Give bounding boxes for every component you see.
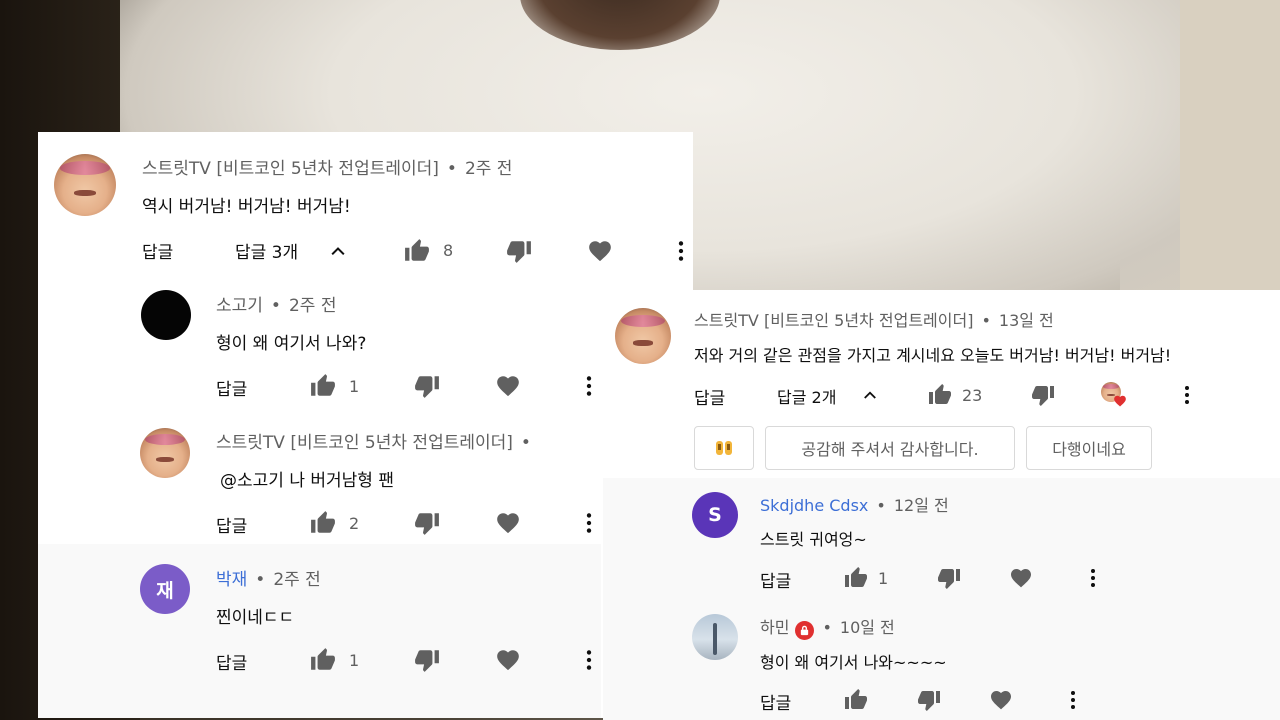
like-count: 2	[349, 514, 360, 533]
comment-time[interactable]: 2주 전	[465, 159, 513, 179]
reply-time[interactable]: 12일 전	[894, 496, 949, 515]
reply-time[interactable]: 2주 전	[289, 296, 337, 316]
reply-text: @소고기 나 버거남형 팬	[220, 471, 394, 491]
thumb-up-icon[interactable]	[310, 373, 336, 399]
reply-meta: 박재 • 2주 전	[216, 570, 321, 590]
reply-meta: 스트릿TV [비트코인 5년차 전업트레이더] •	[216, 433, 531, 453]
thumb-down-icon[interactable]	[917, 688, 941, 712]
avatar[interactable]	[140, 428, 190, 478]
reply-time[interactable]: 2주 전	[273, 570, 321, 590]
avatar[interactable]: 재	[140, 564, 190, 614]
heart-icon[interactable]	[495, 510, 521, 536]
right-comment-thread: 스트릿TV [비트코인 5년차 전업트레이더] • 13일 전 저와 거의 같은 관…	[603, 290, 1280, 720]
comment-time[interactable]: 13일 전	[999, 311, 1054, 330]
thumb-up-icon[interactable]	[310, 647, 336, 673]
thumb-up-icon[interactable]	[928, 383, 952, 407]
reply-author[interactable]: 스트릿TV [비트코인 5년차 전업트레이더]	[216, 433, 513, 453]
emoji-icon	[716, 441, 732, 455]
reply-text: 찐이네ㄷㄷ	[216, 608, 295, 628]
like-count: 1	[878, 569, 889, 588]
avatar[interactable]	[141, 290, 191, 340]
chevron-up-icon[interactable]	[328, 241, 348, 261]
like-count: 1	[349, 377, 360, 396]
more-vert-icon[interactable]	[1081, 566, 1105, 590]
thumb-up-icon[interactable]	[404, 238, 430, 264]
replies-toggle[interactable]: 답글 3개	[235, 238, 298, 263]
emoji-chip[interactable]	[694, 426, 754, 470]
comment-text: 저와 거의 같은 관점을 가지고 계시네요 오늘도 버거남! 버거남! 버거남!	[694, 346, 1172, 365]
reply-button[interactable]: 답글	[142, 238, 173, 263]
lock-icon	[795, 621, 815, 640]
comment-meta: 스트릿TV [비트코인 5년차 전업트레이더] • 13일 전	[694, 311, 1054, 330]
more-vert-icon[interactable]	[576, 510, 602, 536]
reply-author[interactable]: 소고기	[216, 296, 263, 316]
reply-button[interactable]: 답글	[216, 512, 247, 537]
avatar[interactable]	[615, 308, 671, 364]
thumb-down-icon[interactable]	[506, 238, 532, 264]
thumb-up-icon[interactable]	[844, 688, 868, 712]
comment-author[interactable]: 스트릿TV [비트코인 5년차 전업트레이더]	[694, 311, 973, 330]
avatar[interactable]: S	[692, 492, 738, 538]
reply-meta: Skdjdhe Cdsx • 12일 전	[760, 496, 949, 515]
like-count: 1	[349, 651, 360, 670]
thumb-down-icon[interactable]	[414, 373, 440, 399]
reply-text: 형이 왜 여기서 나와~~~~	[760, 653, 947, 672]
heart-icon	[1114, 395, 1126, 407]
chevron-up-icon[interactable]	[861, 386, 879, 404]
reply-button[interactable]: 답글	[760, 689, 791, 714]
reply-meta: 하민 • 10일 전	[760, 614, 895, 640]
more-vert-icon[interactable]	[1061, 688, 1085, 712]
reply-author[interactable]: 하민	[760, 618, 789, 637]
thumb-down-icon[interactable]	[414, 647, 440, 673]
reply-meta: 소고기 • 2주 전	[216, 296, 337, 316]
heart-icon[interactable]	[495, 647, 521, 673]
like-count: 8	[443, 241, 454, 260]
avatar[interactable]	[54, 154, 116, 216]
more-vert-icon[interactable]	[668, 238, 694, 264]
reply-time[interactable]: 10일 전	[840, 618, 895, 637]
creator-heart-icon	[1101, 382, 1127, 408]
reply-button[interactable]: 답글	[216, 649, 247, 674]
comment-meta: 스트릿TV [비트코인 5년차 전업트레이더] • 2주 전	[142, 159, 513, 179]
thumb-down-icon[interactable]	[1031, 383, 1055, 407]
reply-author[interactable]: 박재	[216, 570, 247, 590]
thumb-down-icon[interactable]	[937, 566, 961, 590]
more-vert-icon[interactable]	[576, 647, 602, 673]
thumb-up-icon[interactable]	[310, 510, 336, 536]
reply-button[interactable]: 답글	[760, 567, 791, 592]
suggestion-chip[interactable]: 다행이네요	[1026, 426, 1152, 470]
suggestion-chip[interactable]: 공감해 주셔서 감사합니다.	[765, 426, 1015, 470]
left-comment-thread: 스트릿TV [비트코인 5년차 전업트레이더] • 2주 전 역시 버거남! 버거남…	[38, 132, 693, 718]
comment-author[interactable]: 스트릿TV [비트코인 5년차 전업트레이더]	[142, 159, 439, 179]
reply-text: 스트릿 귀여엉~	[760, 530, 867, 549]
more-vert-icon[interactable]	[576, 373, 602, 399]
heart-icon[interactable]	[989, 688, 1013, 712]
reply-button[interactable]: 답글	[216, 375, 247, 400]
more-vert-icon[interactable]	[1175, 383, 1199, 407]
replies-toggle[interactable]: 답글 2개	[777, 384, 836, 408]
heart-icon[interactable]	[495, 373, 521, 399]
like-count: 23	[962, 386, 983, 405]
avatar[interactable]	[692, 614, 738, 660]
reply-author[interactable]: Skdjdhe Cdsx	[760, 496, 868, 515]
reply-button[interactable]: 답글	[694, 384, 725, 409]
heart-icon[interactable]	[587, 238, 613, 264]
reply-text: 형이 왜 여기서 나와?	[216, 334, 367, 354]
comment-text: 역시 버거남! 버거남! 버거남!	[142, 197, 351, 217]
thumb-up-icon[interactable]	[844, 566, 868, 590]
heart-icon[interactable]	[1009, 566, 1033, 590]
thumb-down-icon[interactable]	[414, 510, 440, 536]
